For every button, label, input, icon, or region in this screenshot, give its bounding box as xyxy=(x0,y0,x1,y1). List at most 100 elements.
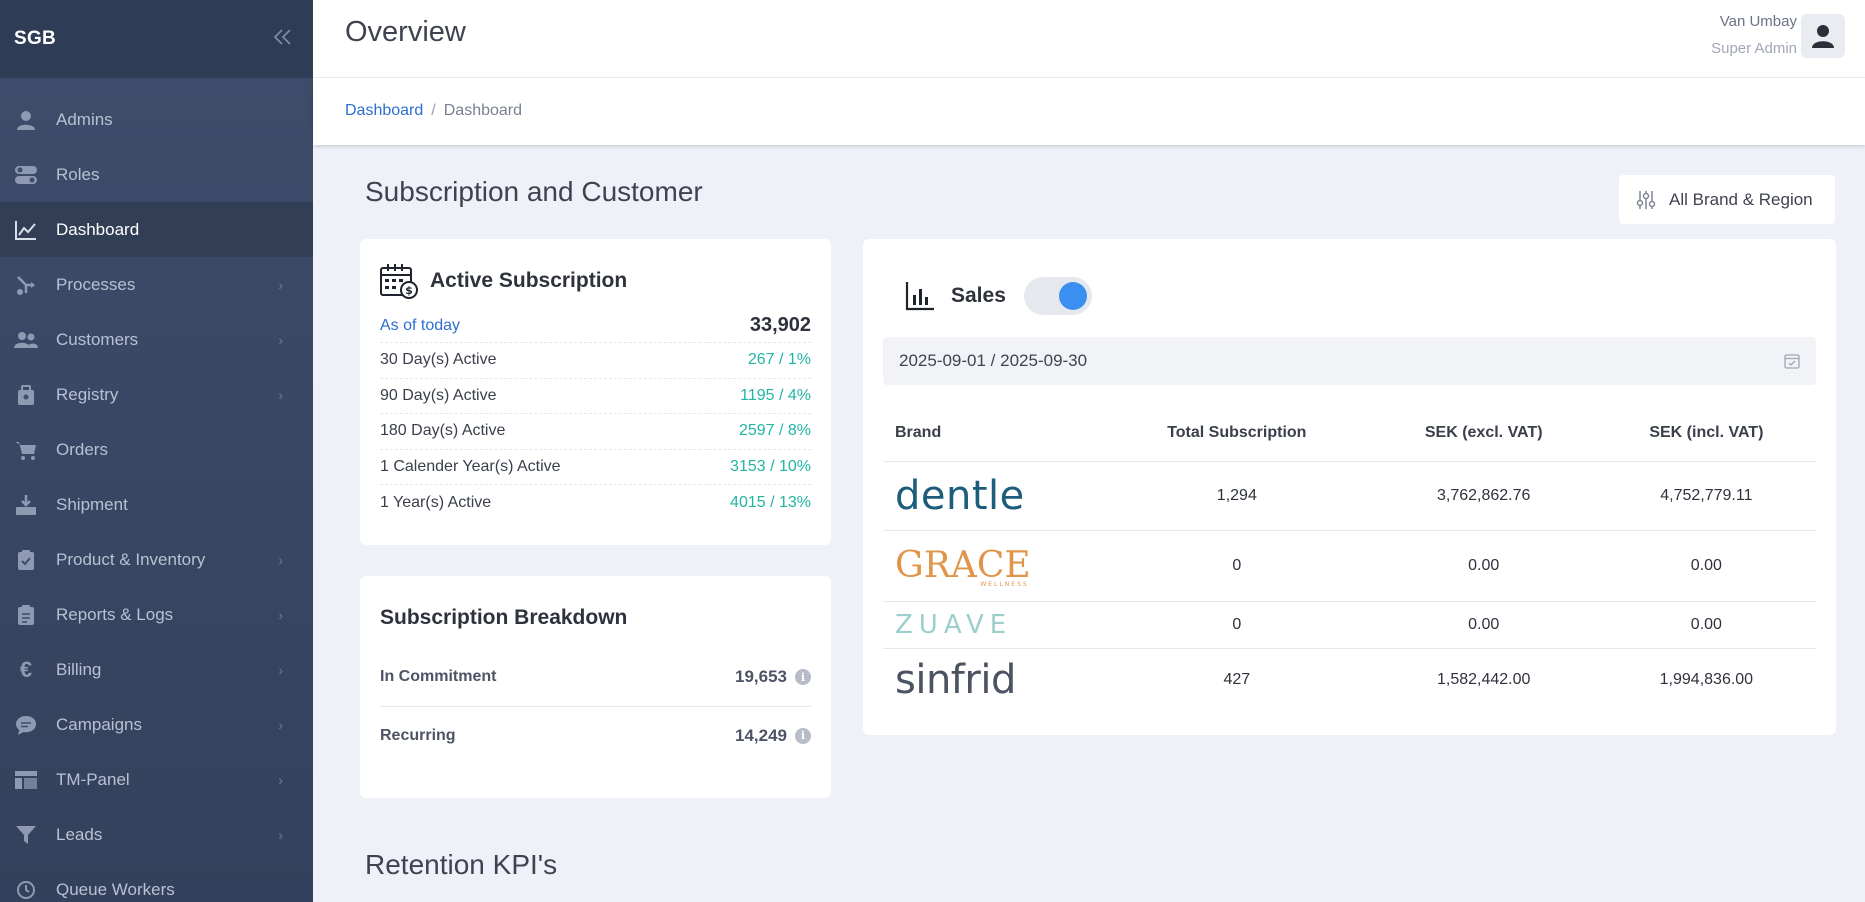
sidebar-item-label: Customers xyxy=(56,329,139,349)
breakdown-title: Subscription Breakdown xyxy=(380,606,628,629)
sliders-icon xyxy=(1636,190,1656,209)
sidebar-item-dashboard[interactable]: Dashboard xyxy=(0,202,313,257)
as-of-today-label[interactable]: As of today xyxy=(380,317,460,335)
grace-logo-text: GRACE xyxy=(895,544,1031,586)
user-name: Van Umbay xyxy=(1719,13,1797,30)
history-icon xyxy=(13,877,39,902)
sidebar-item-roles[interactable]: Roles xyxy=(0,147,313,202)
chevron-right-icon: › xyxy=(278,276,283,293)
sek-incl-vat-cell: 0.00 xyxy=(1596,530,1816,602)
sek-excl-vat-cell: 0.00 xyxy=(1370,530,1597,602)
sidebar-item-tm-panel[interactable]: TM-Panel › xyxy=(0,752,313,807)
sidebar-item-label: Orders xyxy=(56,439,108,459)
active-subscription-card: $ Active Subscription As of today 33,902… xyxy=(360,239,831,545)
breakdown-label: In Commitment xyxy=(380,668,497,685)
active-row-label: 180 Day(s) Active xyxy=(380,422,506,440)
clipboard-list-icon xyxy=(13,602,39,628)
sek-incl-vat-cell: 4,752,779.11 xyxy=(1596,461,1816,531)
as-of-today-row: As of today 33,902 xyxy=(380,309,811,343)
sidebar-item-reports-logs[interactable]: Reports & Logs › xyxy=(0,587,313,642)
calendar-check-icon xyxy=(1784,354,1800,369)
sidebar-item-label: Dashboard xyxy=(56,219,140,239)
sidebar-item-label: Processes xyxy=(56,274,136,294)
total-subscription-cell: 0 xyxy=(1103,601,1371,649)
chevron-right-icon: › xyxy=(278,331,283,348)
users-icon xyxy=(13,327,39,353)
breakdown-row-commitment: In Commitment 19,653 i xyxy=(380,648,811,706)
list-item: 90 Day(s) Active 1195 / 4% xyxy=(380,379,811,414)
breadcrumb-bar: Dashboard / Dashboard xyxy=(313,78,1865,145)
sidebar-item-campaigns[interactable]: Campaigns › xyxy=(0,697,313,752)
sidebar-item-label: Registry xyxy=(56,384,119,404)
list-item: 1 Calender Year(s) Active 3153 / 10% xyxy=(380,450,811,485)
sidebar-item-shipment[interactable]: Shipment xyxy=(0,477,313,532)
as-of-today-value: 33,902 xyxy=(749,314,811,336)
list-item: 180 Day(s) Active 2597 / 8% xyxy=(380,414,811,450)
sidebar-item-queue-workers[interactable]: Queue Workers xyxy=(0,862,313,902)
date-range-picker[interactable]: 2025-09-01 / 2025-09-30 xyxy=(883,337,1816,385)
active-row-value: 1195 / 4% xyxy=(740,386,811,404)
table-row: sinfrid 427 1,582,442.00 1,994,836.00 xyxy=(883,648,1816,711)
zuave-logo: ZUAVE xyxy=(895,609,1013,640)
active-row-label: 30 Day(s) Active xyxy=(380,351,497,369)
brand-cell: ZUAVE xyxy=(883,601,1103,649)
breadcrumb-separator: / xyxy=(431,102,436,119)
toggle-icon xyxy=(13,162,39,188)
active-rows-list: 30 Day(s) Active 267 / 1% 90 Day(s) Activ… xyxy=(380,343,811,521)
sidebar-item-customers[interactable]: Customers › xyxy=(0,312,313,367)
bar-chart-icon xyxy=(905,282,934,311)
info-icon[interactable]: i xyxy=(795,727,811,744)
active-row-value: 2597 / 8% xyxy=(738,422,811,440)
breakdown-list: In Commitment 19,653 i Recurring 14,249 i xyxy=(380,648,811,764)
chevron-right-icon: › xyxy=(278,826,283,843)
brand-cell: sinfrid xyxy=(883,648,1103,711)
filter-icon xyxy=(13,822,39,848)
sidebar: SGB Admins Roles Dashboard Processes › C… xyxy=(0,0,313,902)
breadcrumb-current: Dashboard xyxy=(443,102,523,119)
total-subscription-cell: 1,294 xyxy=(1103,461,1371,531)
sidebar-item-label: Queue Workers xyxy=(56,879,175,899)
user-role: Super Admin xyxy=(1711,40,1797,57)
column-header-sek-excl-vat: SEK (excl. VAT) xyxy=(1370,406,1597,462)
sales-toggle[interactable] xyxy=(1023,277,1092,315)
brand-cell: dentle xyxy=(883,461,1103,531)
collapse-sidebar-icon[interactable] xyxy=(267,26,299,52)
column-header-sek-incl-vat: SEK (incl. VAT) xyxy=(1596,406,1816,462)
sidebar-item-orders[interactable]: Orders xyxy=(0,422,313,477)
brand-logo[interactable]: SGB xyxy=(14,28,56,50)
cart-icon xyxy=(13,437,39,463)
breakdown-label: Recurring xyxy=(380,726,456,744)
chat-icon xyxy=(13,712,39,738)
active-row-value: 4015 / 13% xyxy=(730,493,811,511)
breakdown-row-recurring: Recurring 14,249 i xyxy=(380,706,811,764)
sidebar-item-label: Admins xyxy=(56,109,113,129)
chevron-right-icon: › xyxy=(278,716,283,733)
sales-table: Brand Total Subscription SEK (excl. VAT)… xyxy=(883,406,1816,711)
sidebar-item-processes[interactable]: Processes › xyxy=(0,257,313,312)
breadcrumb-link-dashboard[interactable]: Dashboard xyxy=(345,102,423,119)
user-info[interactable]: Van Umbay Super Admin xyxy=(1711,13,1797,58)
active-subscription-title: Active Subscription xyxy=(430,269,628,292)
subscription-breakdown-card: Subscription Breakdown In Commitment 19,… xyxy=(360,576,831,798)
process-icon xyxy=(13,272,39,298)
brand-region-filter-button[interactable]: All Brand & Region xyxy=(1619,175,1835,224)
grace-logo-subtext: WELLNESS xyxy=(980,580,1029,588)
sidebar-item-label: Roles xyxy=(56,164,100,184)
chevron-right-icon: › xyxy=(278,606,283,623)
euro-icon: € xyxy=(19,656,33,682)
chart-line-icon xyxy=(13,217,39,243)
info-icon[interactable]: i xyxy=(795,669,811,685)
breadcrumb: Dashboard / Dashboard xyxy=(345,102,522,120)
sidebar-item-billing[interactable]: € Billing › xyxy=(0,642,313,697)
chevron-right-icon: › xyxy=(278,551,283,568)
brand-cell: GRACE WELLNESS xyxy=(883,530,1103,602)
sidebar-item-product-inventory[interactable]: Product & Inventory › xyxy=(0,532,313,587)
filter-label: All Brand & Region xyxy=(1669,189,1813,209)
sidebar-item-leads[interactable]: Leads › xyxy=(0,807,313,862)
column-header-total-subscription: Total Subscription xyxy=(1103,406,1371,462)
sidebar-item-label: Leads xyxy=(56,824,103,844)
sidebar-item-registry[interactable]: Registry › xyxy=(0,367,313,422)
sidebar-item-admins[interactable]: Admins xyxy=(0,92,313,147)
avatar[interactable] xyxy=(1801,14,1845,58)
active-row-label: 1 Calender Year(s) Active xyxy=(380,457,561,475)
